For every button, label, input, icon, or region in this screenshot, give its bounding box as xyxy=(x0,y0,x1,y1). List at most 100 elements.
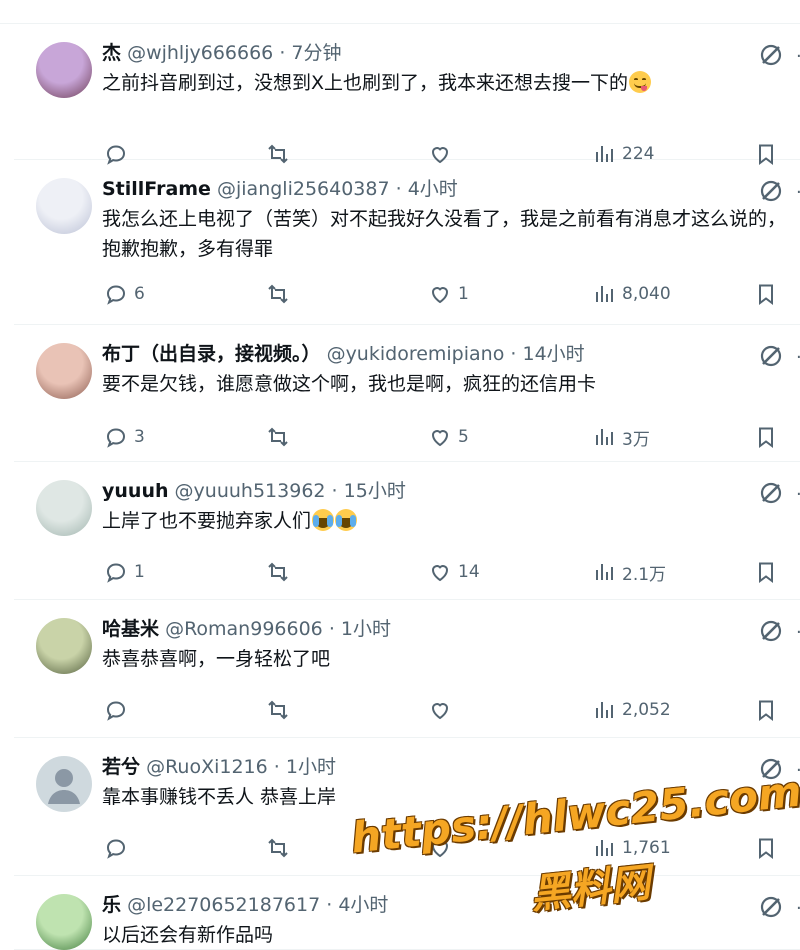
avatar[interactable] xyxy=(36,343,92,399)
retweet-button[interactable] xyxy=(266,558,290,586)
reply-button[interactable] xyxy=(104,696,134,724)
more-options-icon[interactable]: · xyxy=(796,760,800,781)
more-options-icon[interactable]: · xyxy=(796,347,800,368)
reply-icon xyxy=(104,560,128,584)
retweet-button[interactable] xyxy=(266,834,290,862)
reply-button[interactable]: 1 xyxy=(104,558,145,586)
views: 2,052 xyxy=(622,700,671,720)
reply-button[interactable] xyxy=(104,834,134,862)
bookmark-button[interactable] xyxy=(754,696,778,724)
author-handle[interactable]: @Roman996606 xyxy=(165,618,323,640)
reply-button[interactable]: 6 xyxy=(104,280,145,308)
timestamp[interactable]: 1小时 xyxy=(286,756,336,778)
author-handle[interactable]: @yukidoremipiano xyxy=(327,343,505,365)
timestamp[interactable]: 7分钟 xyxy=(291,42,341,64)
like-count: 1 xyxy=(458,284,469,304)
reply-item[interactable]: 若兮 @RuoXi1216 · 1小时·靠本事赚钱不丢人 恭喜上岸1,761 xyxy=(14,738,800,876)
retweet-icon xyxy=(266,282,290,306)
author-handle[interactable]: @RuoXi1216 xyxy=(146,756,268,778)
reply-text-content: 恭喜恭喜啊，一身轻松了吧 xyxy=(102,648,331,670)
reply-icon xyxy=(104,282,128,306)
more-options-icon[interactable]: · xyxy=(796,622,800,643)
grok-icon[interactable] xyxy=(758,343,784,369)
author-name[interactable]: 若兮 xyxy=(102,756,140,778)
grok-icon[interactable] xyxy=(758,178,784,204)
reply-item[interactable]: StillFrame @jiangli25640387 · 4小时·我怎么还上电… xyxy=(14,160,800,325)
more-options-icon[interactable]: · xyxy=(796,484,800,505)
bookmark-button[interactable] xyxy=(754,280,778,308)
avatar[interactable] xyxy=(36,894,92,950)
grok-icon[interactable] xyxy=(758,480,784,506)
action-bar: 2,052 xyxy=(14,696,800,724)
avatar[interactable] xyxy=(36,756,92,812)
like-button[interactable] xyxy=(428,696,458,724)
timestamp[interactable]: 15小时 xyxy=(344,480,406,502)
author-handle[interactable]: @jiangli25640387 xyxy=(217,178,390,200)
like-button[interactable] xyxy=(428,834,458,862)
author-handle[interactable]: @le2270652187617 xyxy=(127,894,320,916)
bookmark-button[interactable] xyxy=(754,834,778,862)
views: 8,040 xyxy=(622,284,671,304)
views-button[interactable]: 3万 xyxy=(592,423,650,451)
avatar[interactable] xyxy=(36,618,92,674)
views-button[interactable]: 8,040 xyxy=(592,280,671,308)
bookmark-button[interactable] xyxy=(754,558,778,586)
reply-text-content: 要不是欠钱，谁愿意做这个啊，我也是啊，疯狂的还信用卡 xyxy=(102,373,597,395)
reply-icon xyxy=(104,698,128,722)
author-handle[interactable]: @wjhljy666666 xyxy=(127,42,273,64)
avatar[interactable] xyxy=(36,480,92,536)
separator-dot: · xyxy=(510,343,517,365)
bookmark-icon xyxy=(754,282,778,306)
reply-text-content: 靠本事赚钱不丢人 恭喜上岸 xyxy=(102,786,337,808)
more-options-icon[interactable]: · xyxy=(796,182,800,203)
bar-chart-icon xyxy=(592,425,616,449)
retweet-button[interactable] xyxy=(266,696,290,724)
reply-item[interactable]: 布丁（出自录，接视频。） @yukidoremipiano · 14小时·要不是… xyxy=(14,325,800,462)
author-name[interactable]: 哈基米 xyxy=(102,618,159,640)
timestamp[interactable]: 4小时 xyxy=(408,178,458,200)
reply-text: 之前抖音刷到过，没想到X上也刷到了，我本来还想去搜一下的 xyxy=(102,68,800,98)
timestamp[interactable]: 1小时 xyxy=(341,618,391,640)
grok-icon[interactable] xyxy=(758,42,784,68)
retweet-button[interactable] xyxy=(266,423,290,451)
like-button[interactable]: 5 xyxy=(428,423,469,451)
heart-icon xyxy=(428,698,452,722)
reply-text: 上岸了也不要抛弃家人们 xyxy=(102,506,800,536)
views-button[interactable]: 2.1万 xyxy=(592,558,666,586)
grok-icon[interactable] xyxy=(758,756,784,782)
retweet-button[interactable] xyxy=(266,280,290,308)
avatar[interactable] xyxy=(36,178,92,234)
reply-button[interactable]: 3 xyxy=(104,423,145,451)
crying-emoji-icon xyxy=(312,509,335,531)
timestamp[interactable]: 4小时 xyxy=(338,894,388,916)
separator-dot: · xyxy=(326,894,333,916)
reply-item[interactable]: 哈基米 @Roman996606 · 1小时·恭喜恭喜啊，一身轻松了吧2,052 xyxy=(14,600,800,738)
grok-icon[interactable] xyxy=(758,894,784,920)
bar-chart-icon xyxy=(592,698,616,722)
reply-header: 布丁（出自录，接视频。） @yukidoremipiano · 14小时 xyxy=(102,341,585,367)
bar-chart-icon xyxy=(592,836,616,860)
author-name[interactable]: 布丁（出自录，接视频。） xyxy=(102,343,321,365)
grok-icon[interactable] xyxy=(758,618,784,644)
reply-item[interactable]: 杰 @wjhljy666666 · 7分钟·之前抖音刷到过，没想到X上也刷到了，… xyxy=(14,24,800,165)
reply-item[interactable]: 乐 @le2270652187617 · 4小时·以后还会有新作品吗 xyxy=(14,876,800,950)
reply-item[interactable]: yuuuh @yuuuh513962 · 15小时·上岸了也不要抛弃家人们114… xyxy=(14,462,800,600)
views-button[interactable]: 1,761 xyxy=(592,834,671,862)
author-name[interactable]: 杰 xyxy=(102,42,121,64)
author-name[interactable]: yuuuh xyxy=(102,480,169,502)
reply-text: 我怎么还上电视了（苦笑）对不起我好久没看了，我是之前看有消息才这么说的，抱歉抱歉… xyxy=(102,204,800,264)
more-options-icon[interactable]: · xyxy=(796,898,800,919)
timestamp[interactable]: 14小时 xyxy=(522,343,584,365)
author-name[interactable]: 乐 xyxy=(102,894,121,916)
author-handle[interactable]: @yuuuh513962 xyxy=(175,480,326,502)
yum-emoji-icon xyxy=(629,71,652,93)
views: 3万 xyxy=(622,429,650,450)
like-button[interactable]: 1 xyxy=(428,280,469,308)
bookmark-icon xyxy=(754,698,778,722)
author-name[interactable]: StillFrame xyxy=(102,178,211,200)
avatar[interactable] xyxy=(36,42,92,98)
views-button[interactable]: 2,052 xyxy=(592,696,671,724)
bookmark-button[interactable] xyxy=(754,423,778,451)
more-options-icon[interactable]: · xyxy=(796,46,800,67)
like-button[interactable]: 14 xyxy=(428,558,480,586)
